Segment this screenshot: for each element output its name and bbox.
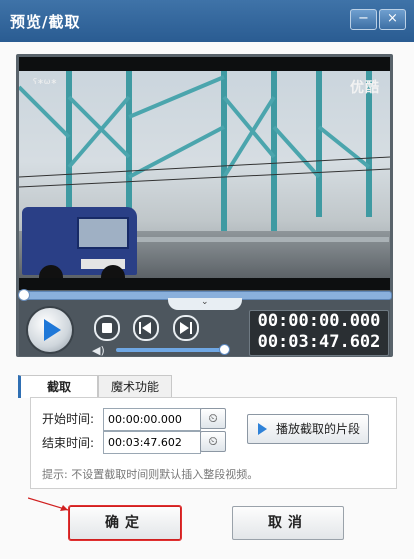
corner-mark: ʕ∗ω∗ (33, 77, 58, 86)
cancel-button[interactable]: 取消 (232, 506, 344, 540)
play-button[interactable] (28, 308, 72, 352)
play-segment-label: 播放截取的片段 (276, 422, 361, 436)
next-frame-icon (180, 322, 189, 334)
minimize-icon: − (358, 11, 369, 26)
end-time-label: 结束时间: (42, 436, 95, 450)
video-preview[interactable]: ʕ∗ω∗ 优酷 (19, 57, 390, 290)
total-time: 00:03:47.602 (257, 332, 381, 352)
tab-clip[interactable]: 截取 (18, 375, 98, 398)
seek-handle[interactable] (18, 289, 30, 301)
stop-icon (102, 323, 112, 333)
prev-frame-icon (139, 322, 141, 334)
chevron-down-icon: ⌄ (201, 297, 209, 307)
speaker-icon[interactable]: ◀) (92, 344, 108, 357)
time-display: 00:00:00.000 00:03:47.602 (249, 310, 389, 356)
current-time: 00:00:00.000 (257, 311, 381, 331)
prev-frame-button[interactable] (133, 315, 159, 341)
tab-magic[interactable]: 魔术功能 (98, 375, 172, 398)
prev-frame-arrow (142, 322, 151, 334)
truck-window (77, 217, 129, 249)
collapse-tab[interactable]: ⌄ (168, 297, 242, 310)
clock-icon: ⏲ (208, 434, 218, 448)
next-frame-bar (190, 322, 192, 334)
letterbox-bottom (19, 278, 390, 290)
close-button[interactable]: × (379, 9, 406, 30)
volume-slider[interactable] (116, 348, 224, 352)
preview-clip-dialog: 预览/截取 − × ʕ∗ω∗ 优酷 ⌄ ◀) 00:00:00.000 00:0… (0, 0, 414, 559)
end-time-input[interactable] (103, 431, 201, 454)
next-frame-button[interactable] (173, 315, 199, 341)
clock-icon: ⏲ (208, 411, 218, 425)
annotation-arrow (28, 497, 69, 511)
play-icon (44, 319, 61, 341)
youku-watermark: 优酷 (350, 80, 380, 96)
play-segment-button[interactable]: 播放截取的片段 (247, 414, 369, 444)
start-time-label: 开始时间: (42, 412, 95, 426)
stop-button[interactable] (94, 315, 120, 341)
bridge-rail (129, 237, 389, 242)
start-time-input[interactable] (103, 408, 201, 431)
set-start-button[interactable]: ⏲ (200, 408, 226, 429)
volume-handle[interactable] (219, 344, 230, 355)
minimize-button[interactable]: − (350, 9, 377, 30)
close-icon: × (387, 11, 398, 26)
window-title: 预览/截取 (10, 13, 81, 31)
title-bar: 预览/截取 − × (0, 0, 414, 42)
set-end-button[interactable]: ⏲ (200, 431, 226, 452)
hint-text: 提示: 不设置截取时间则默认插入整段视频。 (42, 468, 259, 481)
play-icon (258, 423, 267, 435)
video-player: ʕ∗ω∗ 优酷 ⌄ ◀) 00:00:00.000 00:03:47.602 (16, 54, 393, 357)
ok-button[interactable]: 确定 (68, 505, 182, 541)
